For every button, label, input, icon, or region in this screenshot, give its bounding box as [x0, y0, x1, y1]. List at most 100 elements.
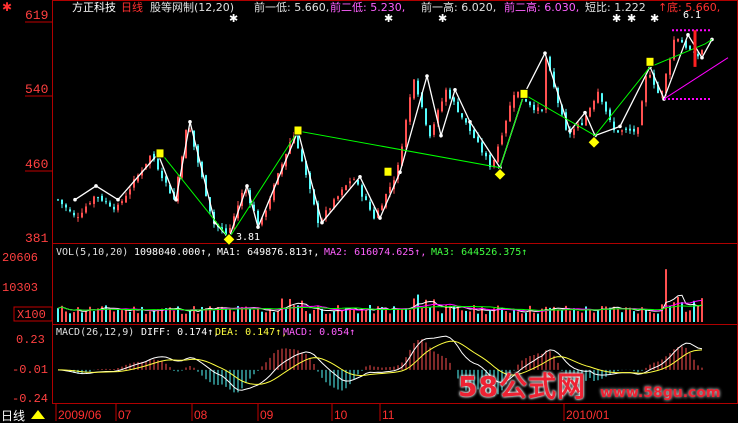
macd-tick: -0.24	[12, 392, 48, 406]
dea-line	[57, 340, 703, 385]
volume-bar	[369, 304, 371, 322]
volume-bar	[269, 309, 271, 322]
candle-body	[109, 202, 111, 207]
volume-bar	[465, 310, 467, 322]
high-price-label: 6.1	[683, 10, 701, 21]
candle-body	[533, 104, 535, 111]
volume-axis: 20606 10303 X100	[2, 251, 53, 322]
candle-body	[429, 125, 431, 137]
zigzag-point	[425, 74, 429, 78]
volume-bar	[129, 311, 131, 322]
volume-bar	[117, 310, 119, 322]
candle-body	[481, 142, 483, 153]
macd-diff: DIFF: 0.174↑,	[141, 327, 219, 338]
volume-bar	[429, 307, 431, 322]
volume-bar	[633, 311, 635, 322]
volume-bar	[537, 313, 539, 322]
candle-body	[501, 135, 503, 145]
candle-body	[517, 91, 519, 98]
zigzag-line	[74, 33, 713, 240]
candle-body	[509, 105, 511, 122]
candle-body	[57, 199, 59, 201]
candle-body	[649, 74, 651, 78]
volume-bar	[173, 310, 175, 322]
price-tick: 540	[25, 82, 48, 97]
volume-bar	[149, 311, 151, 322]
date-label: 2009/06	[58, 408, 102, 422]
macd-title: MACD(26,12,9)	[56, 327, 134, 338]
volume-bar	[525, 312, 527, 322]
price-tick: 619	[25, 8, 48, 23]
volume-bar	[61, 305, 63, 322]
macd-dea: DEA: 0.147↑,	[215, 327, 287, 338]
volume-bar	[437, 311, 439, 322]
candle-body	[97, 197, 99, 199]
volume-bar	[281, 298, 283, 322]
candle-body	[117, 204, 119, 211]
candle-body	[125, 195, 127, 203]
volume-tick: 20606	[2, 251, 38, 265]
zigzag-point	[468, 120, 472, 124]
zigzag-point	[398, 170, 402, 175]
date-label: 10	[334, 408, 348, 422]
volume-bar	[529, 305, 531, 322]
volume-bar	[157, 309, 159, 322]
macd-header: MACD(26,12,9) DIFF: 0.174↑, DEA: 0.147↑,…	[56, 327, 355, 338]
trend-line	[157, 38, 713, 240]
macd-series	[57, 335, 703, 397]
candle-body	[601, 93, 603, 102]
zigzag-point	[94, 184, 98, 188]
period-tab[interactable]: 日线	[1, 409, 25, 423]
volume-bar	[649, 311, 651, 322]
candle-body	[645, 76, 647, 103]
volume-bar	[213, 310, 215, 322]
zigzag-point	[73, 197, 77, 202]
zigzag-point	[116, 197, 120, 202]
volume-bar	[313, 309, 315, 322]
volume-bar	[373, 313, 375, 322]
volume-bar	[121, 310, 123, 322]
stock-chart[interactable]: ✱ ✱ ✱ ✱ ✱ ✱ 619 540 460 381 20606 10303 X100 …	[0, 0, 738, 423]
volume-ma2: MA2: 616074.625↑,	[324, 247, 426, 258]
volume-header: VOL(5,10,20) 1098040.000↑, MA1: 649876.8…	[56, 247, 527, 258]
candle-body	[457, 101, 459, 113]
sell-marker	[293, 125, 303, 136]
volume-bar	[273, 312, 275, 322]
candle-body	[497, 146, 499, 162]
volume-bar	[513, 309, 515, 322]
volume-bar	[653, 313, 655, 322]
volume-bar	[589, 309, 591, 322]
candle-body	[473, 130, 475, 138]
volume-bar	[485, 314, 487, 322]
header-item: 前一高: 6.020,	[421, 0, 496, 14]
header-item: 短比: 1.222	[585, 0, 646, 14]
volume-bar	[397, 308, 399, 322]
volume-bar	[181, 313, 183, 322]
price-annotations: 3.81 6.1	[236, 10, 701, 243]
zigzag-point	[320, 220, 324, 225]
volume-bar	[561, 310, 563, 322]
gear-icon: ✱	[2, 0, 12, 14]
candle-body	[669, 59, 671, 75]
candle-body	[369, 201, 371, 210]
volume-bar	[153, 310, 155, 322]
volume-bar	[277, 310, 279, 322]
volume-bar	[637, 313, 639, 322]
candle-body	[625, 128, 627, 130]
candle-body	[505, 120, 507, 134]
volume-bar	[621, 312, 623, 322]
volume-bar	[569, 310, 571, 322]
volume-title: VOL(5,10,20)	[56, 247, 128, 258]
candle-body	[409, 97, 411, 122]
header-item: 前二低: 5.230,	[330, 0, 405, 14]
zigzag-point	[453, 87, 457, 92]
candle-body	[597, 91, 599, 103]
candle-body	[161, 170, 163, 179]
volume-bar	[645, 309, 647, 322]
volume-bar	[509, 312, 511, 322]
header-item: 前二高: 6.030,	[504, 0, 579, 14]
volume-bar	[193, 306, 195, 322]
zigzag-point	[700, 55, 704, 60]
candle-body	[453, 97, 455, 102]
candle-body	[605, 101, 607, 112]
